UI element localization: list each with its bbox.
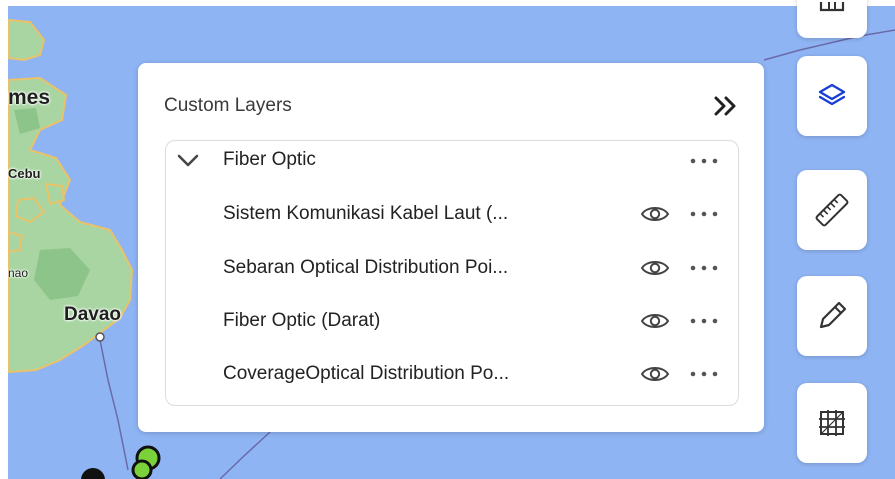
layer-group-label: Fiber Optic <box>223 149 316 170</box>
draw-tool-button[interactable] <box>797 276 867 356</box>
layer-item-label: Sistem Komunikasi Kabel Laut (... <box>223 203 509 224</box>
double-chevron-right-icon <box>714 96 736 116</box>
custom-layers-panel: Custom Layers Fiber Optic Sistem Komunik… <box>138 63 764 432</box>
map-label-mes: mes <box>8 86 51 109</box>
layer-list: Fiber Optic Sistem Komunikasi Kabel Laut… <box>165 140 739 406</box>
layer-item[interactable]: Fiber Optic (Darat) <box>166 301 738 341</box>
layer-item[interactable]: Sistem Komunikasi Kabel Laut (... <box>166 194 738 234</box>
more-options-icon[interactable] <box>687 155 721 167</box>
eye-icon[interactable] <box>640 257 670 279</box>
layer-item[interactable]: CoverageOptical Distribution Po... <box>166 354 738 394</box>
eye-icon[interactable] <box>640 203 670 225</box>
layer-group-row[interactable]: Fiber Optic <box>166 141 738 181</box>
pencil-icon <box>819 301 847 329</box>
measure-tool-button[interactable] <box>797 170 867 250</box>
partial-tool-button[interactable] <box>797 0 867 38</box>
grid-icon <box>819 410 845 436</box>
partial-icon <box>819 2 845 12</box>
map-marker-icon[interactable] <box>130 444 166 479</box>
panel-title: Custom Layers <box>164 95 292 116</box>
layers-icon <box>818 83 846 106</box>
map-label-nao: nao <box>8 266 29 280</box>
collapse-panel-button[interactable] <box>710 91 742 121</box>
map-marker-icon[interactable] <box>76 466 110 479</box>
layer-item-label: Sebaran Optical Distribution Poi... <box>223 257 509 278</box>
map-left-edge <box>0 0 8 479</box>
ruler-icon <box>815 193 849 227</box>
more-options-icon[interactable] <box>687 208 721 220</box>
map-label-cebu: Cebu <box>8 166 41 181</box>
more-options-icon[interactable] <box>687 262 721 274</box>
more-options-icon[interactable] <box>687 315 721 327</box>
map-top-edge <box>0 0 895 6</box>
grid-tool-button[interactable] <box>797 383 867 463</box>
eye-icon[interactable] <box>640 363 670 385</box>
layers-tool-button[interactable] <box>797 56 867 136</box>
eye-icon[interactable] <box>640 310 670 332</box>
layer-item-label: CoverageOptical Distribution Po... <box>223 363 510 384</box>
map-label-davao: Davao <box>64 304 122 325</box>
layer-item[interactable]: Sebaran Optical Distribution Poi... <box>166 248 738 288</box>
layer-item-label: Fiber Optic (Darat) <box>223 310 381 331</box>
more-options-icon[interactable] <box>687 368 721 380</box>
chevron-down-icon[interactable] <box>174 151 202 171</box>
